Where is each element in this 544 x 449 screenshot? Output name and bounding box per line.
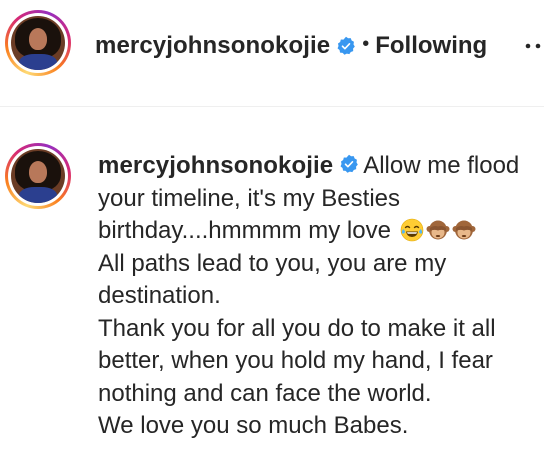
caption-text: destination. bbox=[98, 282, 221, 309]
profile-avatar[interactable] bbox=[5, 10, 71, 76]
see-no-evil-monkey-emoji bbox=[426, 220, 450, 240]
header-username[interactable]: mercyjohnsonokojie bbox=[95, 32, 330, 59]
caption-text: nothing and can face the world. bbox=[98, 379, 432, 407]
caption-text: All paths lead to you, you are my bbox=[98, 249, 447, 277]
instagram-post-panel: mercyjohnsonokojie • Following mercyjohns… bbox=[0, 0, 544, 449]
header-line: mercyjohnsonokojie • Following bbox=[95, 31, 487, 61]
more-options-icon[interactable] bbox=[524, 36, 544, 56]
verified-badge-icon bbox=[337, 36, 356, 55]
post-caption: mercyjohnsonokojie Allow me flood your t… bbox=[98, 150, 544, 443]
see-no-evil-monkey-emoji bbox=[452, 220, 476, 240]
caption-text: We love you so much Babes. bbox=[98, 412, 409, 439]
caption-text: your timeline, it's my Besties bbox=[98, 184, 401, 212]
separator-dot: • bbox=[362, 33, 370, 55]
face-with-tears-of-joy-emoji bbox=[400, 218, 423, 241]
caption-line-3: birthday....hmmmm my love bbox=[98, 215, 544, 248]
caption-line-1: mercyjohnsonokojie Allow me flood bbox=[98, 150, 544, 183]
post-header: mercyjohnsonokojie • Following bbox=[0, 0, 544, 107]
caption-text: birthday....hmmmm my love bbox=[98, 217, 391, 244]
following-button[interactable]: Following bbox=[375, 32, 487, 59]
verified-badge-icon bbox=[340, 154, 359, 173]
caption-text: better, when you hold my hand, I fear bbox=[98, 347, 493, 374]
caption-text: Thank you for all you do to make it all bbox=[98, 314, 496, 342]
caption-avatar[interactable] bbox=[5, 143, 71, 209]
caption-username[interactable]: mercyjohnsonokojie bbox=[98, 152, 333, 179]
caption-text: Allow me flood bbox=[363, 152, 520, 179]
